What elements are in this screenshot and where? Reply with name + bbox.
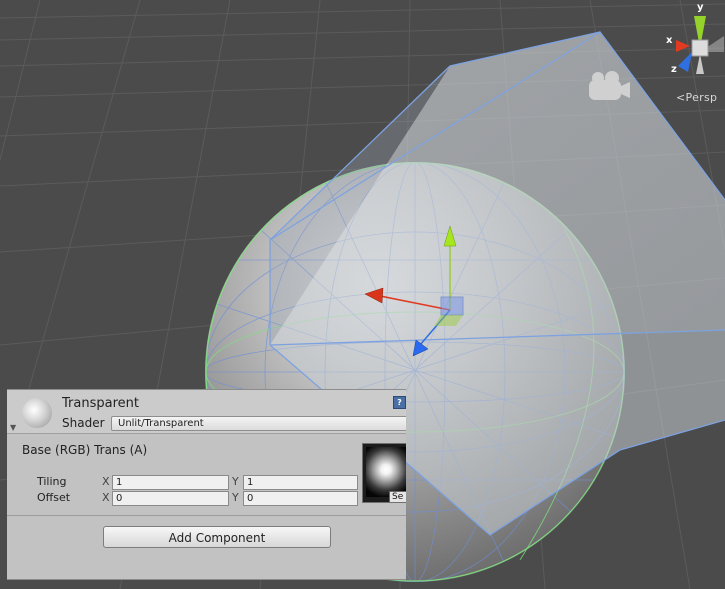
tiling-y-label: Y [232,475,239,488]
shader-dropdown[interactable]: Unlit/Transparent [111,416,406,431]
tiling-x-label: X [102,475,110,488]
projection-label: Persp [685,91,718,104]
help-icon[interactable]: ? [393,396,406,409]
material-preview-icon [22,398,52,428]
offset-x-label: X [102,491,110,504]
texture-slot[interactable]: Se [362,443,406,503]
shader-label: Shader [62,416,105,430]
add-component-button[interactable]: Add Component [103,526,331,548]
material-header: ▼ Transparent ? Shader Unlit/Transparent [7,390,406,434]
offset-label: Offset [37,491,71,504]
section-divider [7,515,406,516]
tiling-y-field[interactable]: 1 [243,475,358,490]
axis-label-z: z [671,64,677,75]
material-inspector: ▼ Transparent ? Shader Unlit/Transparent… [7,389,406,580]
gizmo-center-handle[interactable] [440,296,464,316]
texture-select-button[interactable]: Se [389,491,406,502]
offset-y-label: Y [232,491,239,504]
projection-toggle[interactable]: <Persp [676,91,717,104]
foldout-arrow-icon[interactable]: ▼ [10,423,16,432]
offset-x-field[interactable]: 0 [112,491,229,506]
tiling-label: Tiling [37,475,67,488]
material-name: Transparent [62,396,139,411]
axis-label-y: y [697,2,704,13]
axis-label-x: x [666,35,673,46]
texture-property-title: Base (RGB) Trans (A) [22,443,148,457]
tiling-x-field[interactable]: 1 [112,475,229,490]
texture-thumbnail [366,447,406,497]
orient-center-cube[interactable] [691,39,709,57]
chevron-left-icon: < [676,91,686,104]
offset-y-field[interactable]: 0 [243,491,358,506]
